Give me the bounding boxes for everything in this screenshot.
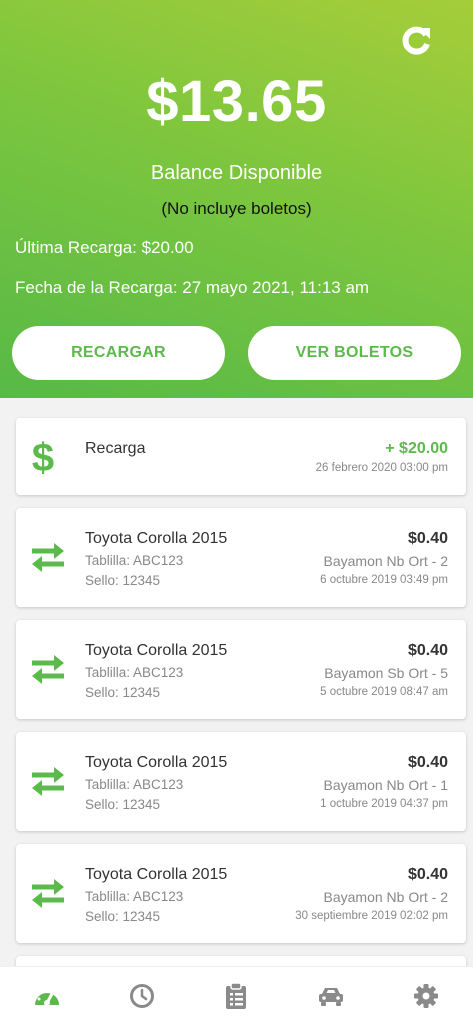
- toll-station: Bayamon Nb Ort - 2: [323, 889, 449, 905]
- transaction-amount: $0.40: [407, 530, 448, 547]
- nav-settings[interactable]: [406, 976, 446, 1016]
- vehicle-name: Toyota Corolla 2015: [85, 754, 228, 771]
- transaction-card-recharge[interactable]: $ Recarga + $20.00 26 febrero 2020 03:00…: [16, 418, 466, 495]
- vehicle-seal: Sello: 12345: [85, 909, 161, 924]
- gear-icon: [413, 983, 438, 1008]
- car-icon: [319, 987, 344, 1006]
- svg-text:$: $: [32, 438, 54, 478]
- vehicle-plate: Tablilla: ABC123: [85, 777, 184, 792]
- balance-header: $13.65 Balance Disponible (No incluye bo…: [0, 0, 473, 398]
- transaction-date: 30 septiembre 2019 02:02 pm: [295, 910, 448, 922]
- vehicle-plate: Tablilla: ABC123: [85, 553, 184, 568]
- vehicle-seal: Sello: 12345: [85, 685, 161, 700]
- vehicle-plate: Tablilla: ABC123: [85, 889, 184, 904]
- vehicle-seal: Sello: 12345: [85, 573, 161, 588]
- swap-arrows-icon: [30, 652, 66, 686]
- nav-vehicles[interactable]: [311, 976, 351, 1016]
- nav-history[interactable]: [122, 976, 162, 1016]
- vehicle-name: Toyota Corolla 2015: [85, 866, 228, 883]
- view-tickets-button[interactable]: VER BOLETOS: [248, 326, 461, 380]
- transaction-amount: $0.40: [407, 866, 448, 883]
- vehicle-name: Toyota Corolla 2015: [85, 530, 228, 547]
- transaction-date: 5 octubre 2019 08:47 am: [320, 686, 448, 698]
- swap-arrows-icon: [30, 876, 66, 910]
- refresh-button[interactable]: [399, 24, 433, 58]
- transaction-date: 26 febrero 2020 03:00 pm: [315, 462, 448, 474]
- recharge-date: Fecha de la Recarga: 27 mayo 2021, 11:13…: [15, 278, 370, 297]
- transaction-amount: $0.40: [407, 754, 448, 771]
- balance-amount: $13.65: [146, 69, 327, 134]
- transaction-amount: + $20.00: [385, 440, 448, 457]
- transaction-amount: $0.40: [407, 642, 448, 659]
- vehicle-plate: Tablilla: ABC123: [85, 665, 184, 680]
- toll-station: Bayamon Nb Ort - 2: [323, 553, 449, 569]
- transaction-date: 1 octubre 2019 04:37 pm: [320, 798, 448, 810]
- dashboard-icon: [35, 988, 60, 1006]
- vehicle-seal: Sello: 12345: [85, 797, 161, 812]
- toll-station: Bayamon Nb Ort - 1: [323, 777, 449, 793]
- transaction-card-toll[interactable]: Toyota Corolla 2015 Tablilla: ABC123 Sel…: [16, 620, 466, 719]
- clock-icon: [129, 983, 154, 1008]
- bottom-navigation: [0, 966, 473, 1024]
- clipboard-icon: [226, 981, 247, 1009]
- refresh-icon: [402, 26, 430, 55]
- nav-tickets[interactable]: [216, 976, 256, 1016]
- balance-note: (No incluye boletos): [161, 199, 312, 218]
- transaction-date: 6 octubre 2019 03:49 pm: [320, 574, 448, 586]
- transaction-card-toll[interactable]: Toyota Corolla 2015 Tablilla: ABC123 Sel…: [16, 508, 466, 607]
- transaction-card-toll[interactable]: Toyota Corolla 2015 Tablilla: ABC123 Sel…: [16, 844, 466, 943]
- last-recharge: Última Recarga: $20.00: [15, 238, 194, 257]
- toll-station: Bayamon Sb Ort - 5: [324, 665, 448, 681]
- recharge-button[interactable]: RECARGAR: [12, 326, 225, 380]
- nav-dashboard[interactable]: [27, 976, 67, 1016]
- swap-arrows-icon: [30, 764, 66, 798]
- transaction-title: Recarga: [85, 440, 146, 457]
- transaction-card-toll[interactable]: Toyota Corolla 2015 Tablilla: ABC123 Sel…: [16, 732, 466, 831]
- swap-arrows-icon: [30, 540, 66, 574]
- vehicle-name: Toyota Corolla 2015: [85, 642, 228, 659]
- dollar-icon: $: [30, 438, 56, 478]
- balance-label: Balance Disponible: [150, 162, 323, 184]
